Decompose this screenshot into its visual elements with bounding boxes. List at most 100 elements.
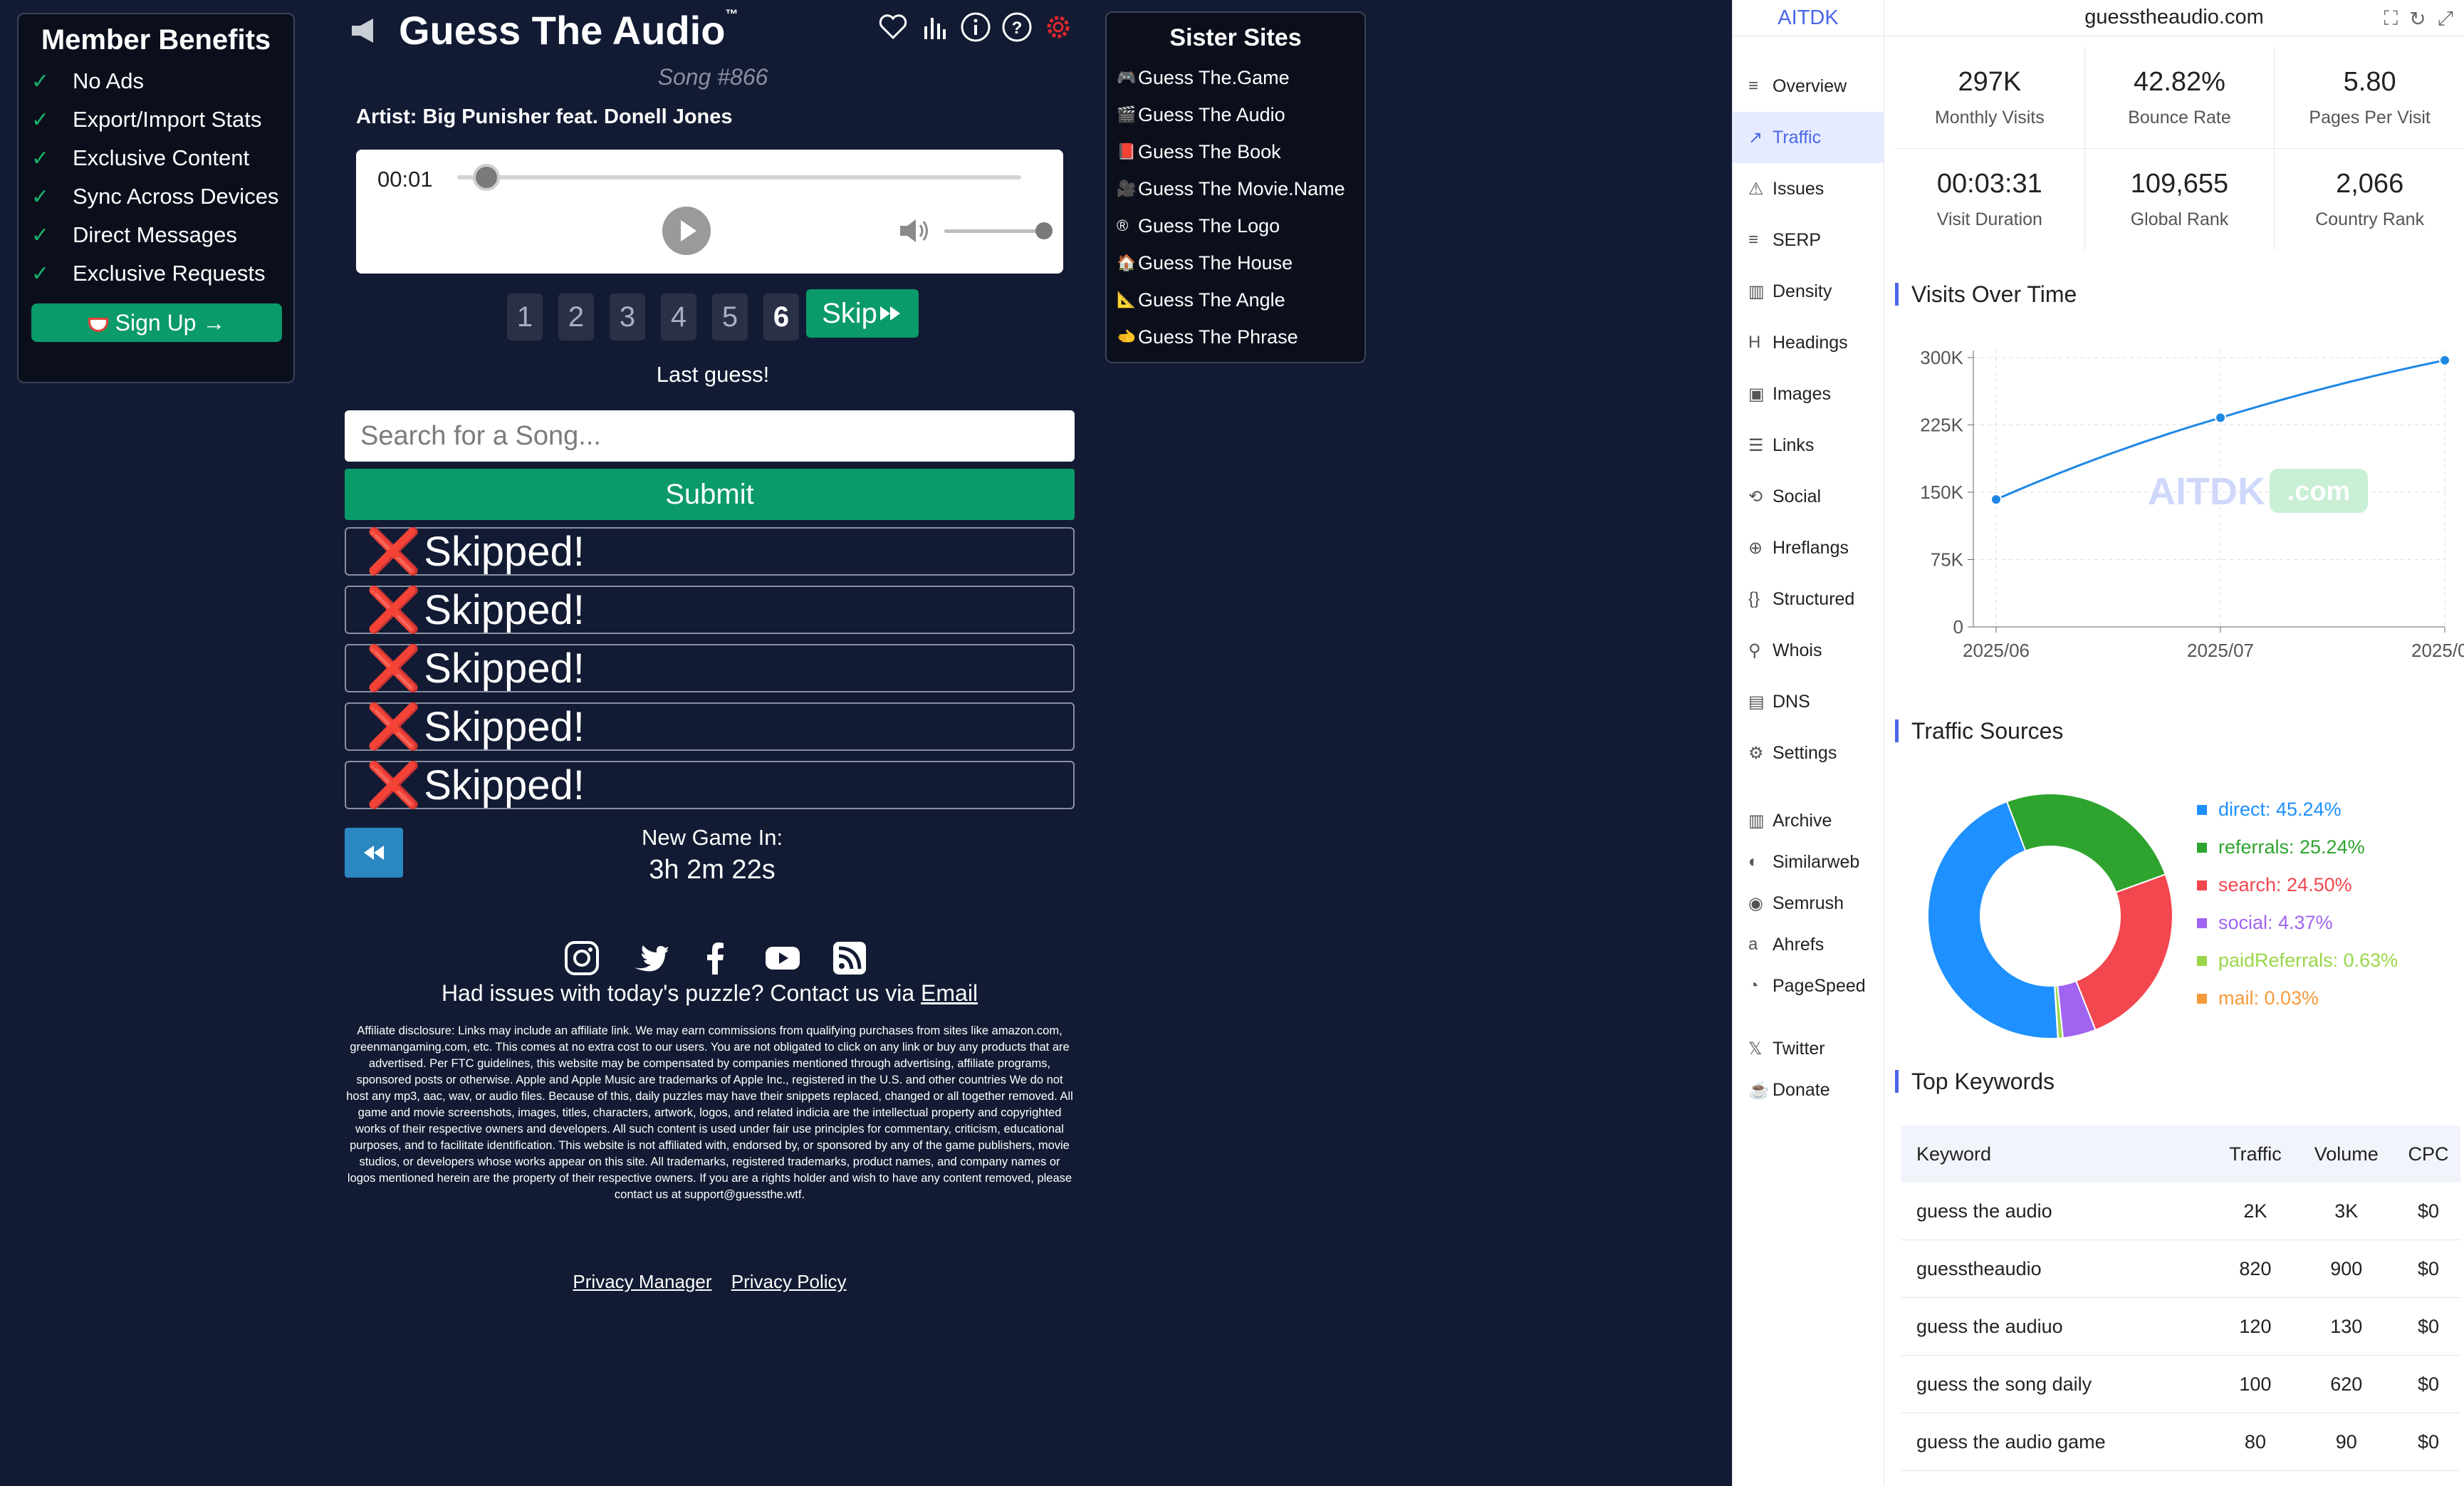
checkmark-icon: ✓ bbox=[31, 69, 50, 93]
keyword-row[interactable]: guess the audio game 80 90 $0 bbox=[1901, 1413, 2460, 1471]
sister-site-link[interactable]: ® Guess The Logo bbox=[1107, 207, 1364, 244]
nav-links-icon: ☰ bbox=[1748, 435, 1764, 455]
keyword-cell: 120 bbox=[2214, 1297, 2297, 1356]
guess-number-3[interactable]: 3 bbox=[610, 293, 645, 341]
privacy-policy-link[interactable]: Privacy Policy bbox=[731, 1271, 847, 1292]
nav-item-density[interactable]: ▥ Density bbox=[1733, 266, 1884, 317]
sister-site-icon: 🏠 bbox=[1117, 254, 1137, 271]
youtube-icon[interactable] bbox=[763, 939, 802, 977]
rss-icon[interactable] bbox=[830, 939, 869, 977]
keyword-row[interactable]: guess the song daily 100 620 $0 bbox=[1901, 1355, 2460, 1413]
help-icon[interactable]: ? bbox=[1000, 10, 1034, 44]
nav-item-traffic[interactable]: ↗ Traffic bbox=[1733, 112, 1884, 163]
sister-site-link[interactable]: 🎮 Guess The.Game bbox=[1107, 59, 1364, 96]
privacy-manager-link[interactable]: Privacy Manager bbox=[573, 1271, 711, 1292]
nav-label: Twitter bbox=[1773, 1038, 1825, 1059]
nav-semrush-icon: ◉ bbox=[1748, 893, 1763, 913]
stats-icon[interactable] bbox=[917, 10, 951, 44]
email-link[interactable]: Email bbox=[921, 980, 978, 1006]
nav-dns-icon: ▤ bbox=[1748, 692, 1765, 712]
nav-settings-icon: ⚙ bbox=[1748, 743, 1764, 763]
nav-item-serp[interactable]: ≡ SERP bbox=[1733, 214, 1884, 266]
nav-item-hreflangs[interactable]: ⊕ Hreflangs bbox=[1733, 522, 1884, 573]
member-benefits-panel: Member Benefits ✓ No Ads ✓ Export/Import St… bbox=[17, 13, 295, 383]
instagram-icon[interactable] bbox=[563, 939, 601, 977]
guess-number-6[interactable]: 6 bbox=[763, 293, 799, 341]
nav-item-overview[interactable]: ≡ Overview bbox=[1733, 61, 1884, 112]
nav-item-similarweb[interactable]: ◐ Similarweb bbox=[1733, 841, 1884, 883]
stat-label: Pages Per Visit bbox=[2309, 108, 2431, 128]
keyword-cell: $0 bbox=[2396, 1240, 2460, 1298]
sister-site-link[interactable]: 🎬 Guess The Audio bbox=[1107, 96, 1364, 133]
keyword-row[interactable]: guesstheaudio 820 900 $0 bbox=[1901, 1240, 2460, 1298]
sign-up-button[interactable]: Sign Up → bbox=[31, 303, 282, 342]
song-search-input[interactable] bbox=[345, 410, 1075, 462]
info-icon[interactable] bbox=[959, 10, 993, 44]
submit-button[interactable]: Submit bbox=[345, 469, 1075, 520]
keyword-row[interactable]: guess the audio 2K 3K $0 bbox=[1901, 1183, 2460, 1240]
nav-item-settings[interactable]: ⚙ Settings bbox=[1733, 727, 1884, 779]
nav-item-twitter[interactable]: 𝕏 Twitter bbox=[1733, 1028, 1884, 1069]
nav-item-donate[interactable]: ☕ Donate bbox=[1733, 1069, 1884, 1111]
sister-site-link[interactable]: 📕 Guess The Book bbox=[1107, 133, 1364, 170]
volume-icon[interactable] bbox=[899, 217, 931, 245]
sister-site-link[interactable]: 📐 Guess The Angle bbox=[1107, 281, 1364, 318]
guess-number-2[interactable]: 2 bbox=[558, 293, 594, 341]
legend-item-mail: mail: 0.03% bbox=[2197, 980, 2398, 1017]
volume-thumb[interactable] bbox=[1035, 222, 1053, 239]
guess-number-1[interactable]: 1 bbox=[507, 293, 543, 341]
rewind-icon bbox=[364, 846, 384, 860]
nav-item-links[interactable]: ☰ Links bbox=[1733, 420, 1884, 471]
heart-icon[interactable] bbox=[876, 10, 910, 44]
panel-header-icons: ⛶ ↻ ⤢ bbox=[2384, 7, 2453, 31]
facebook-icon[interactable] bbox=[696, 939, 735, 977]
sister-site-label: Guess The.Game bbox=[1138, 66, 1290, 88]
settings-gear-icon[interactable] bbox=[1041, 10, 1075, 44]
nav-item-archive[interactable]: ▥ Archive bbox=[1733, 800, 1884, 841]
fullscreen-icon[interactable]: ⤢ bbox=[2438, 7, 2453, 31]
sister-site-link[interactable]: 🫲 Guess The Phrase bbox=[1107, 318, 1364, 355]
progress-thumb[interactable] bbox=[472, 164, 500, 191]
guess-number-5[interactable]: 5 bbox=[712, 293, 748, 341]
twitter-icon[interactable] bbox=[630, 939, 668, 977]
nav-item-semrush[interactable]: ◉ Semrush bbox=[1733, 883, 1884, 924]
stat-value: 297K bbox=[1958, 67, 2022, 97]
previous-game-button[interactable] bbox=[345, 828, 403, 878]
skip-button[interactable]: Skip bbox=[806, 289, 919, 338]
play-button[interactable] bbox=[662, 207, 711, 255]
nav-images-icon: ▣ bbox=[1748, 384, 1765, 404]
game-area: Member Benefits ✓ No Ads ✓ Export/Import St… bbox=[0, 0, 1732, 1486]
visits-line-chart: 0 75K 150K 225K 300K 2025/06 2025/07 2025/08 AIT… bbox=[1920, 347, 2464, 661]
benefit-label: Export/Import Stats bbox=[73, 107, 262, 132]
progress-track[interactable] bbox=[457, 175, 1021, 180]
aitdk-brand[interactable]: AITDK bbox=[1733, 0, 1884, 36]
sister-site-link[interactable]: 🎥 Guess The Movie.Name bbox=[1107, 170, 1364, 207]
nav-item-structured[interactable]: {} Structured bbox=[1733, 573, 1884, 625]
y-tick-label: 75K bbox=[1931, 549, 1964, 571]
stat-value: 109,655 bbox=[2130, 169, 2229, 199]
nav-item-headings[interactable]: H Headings bbox=[1733, 317, 1884, 368]
nav-item-dns[interactable]: ▤ DNS bbox=[1733, 676, 1884, 727]
nav-label: Images bbox=[1773, 383, 1831, 404]
skipped-guess-row: ❌ Skipped! bbox=[345, 702, 1075, 752]
nav-item-images[interactable]: ▣ Images bbox=[1733, 368, 1884, 420]
artist-hint: Artist: Big Punisher feat. Donell Jones bbox=[356, 105, 733, 128]
social-links bbox=[563, 939, 869, 977]
game-title: Guess The Audio™ bbox=[399, 7, 738, 53]
nav-item-pagespeed[interactable]: ◔ PageSpeed bbox=[1733, 965, 1884, 1007]
volume-slider[interactable] bbox=[944, 229, 1044, 233]
sister-site-icon: 🫲 bbox=[1117, 328, 1137, 345]
guess-number-4[interactable]: 4 bbox=[661, 293, 696, 341]
nav-item-ahrefs[interactable]: a Ahrefs bbox=[1733, 924, 1884, 965]
donut-slice-referrals bbox=[2005, 793, 2167, 893]
keyword-row[interactable]: guess the audiuo 120 130 $0 bbox=[1901, 1297, 2460, 1356]
sister-site-link[interactable]: 🏠 Guess The House bbox=[1107, 244, 1364, 281]
benefit-item: ✓ Direct Messages bbox=[19, 216, 293, 254]
nav-item-social[interactable]: ⟲ Social bbox=[1733, 471, 1884, 522]
y-tick-label: 150K bbox=[1920, 482, 1963, 503]
nav-item-issues[interactable]: ⚠ Issues bbox=[1733, 163, 1884, 214]
refresh-icon[interactable]: ↻ bbox=[2409, 7, 2426, 31]
crop-icon[interactable]: ⛶ bbox=[2384, 7, 2398, 31]
nav-label: Similarweb bbox=[1773, 851, 1860, 872]
nav-item-whois[interactable]: ⚲ Whois bbox=[1733, 625, 1884, 676]
